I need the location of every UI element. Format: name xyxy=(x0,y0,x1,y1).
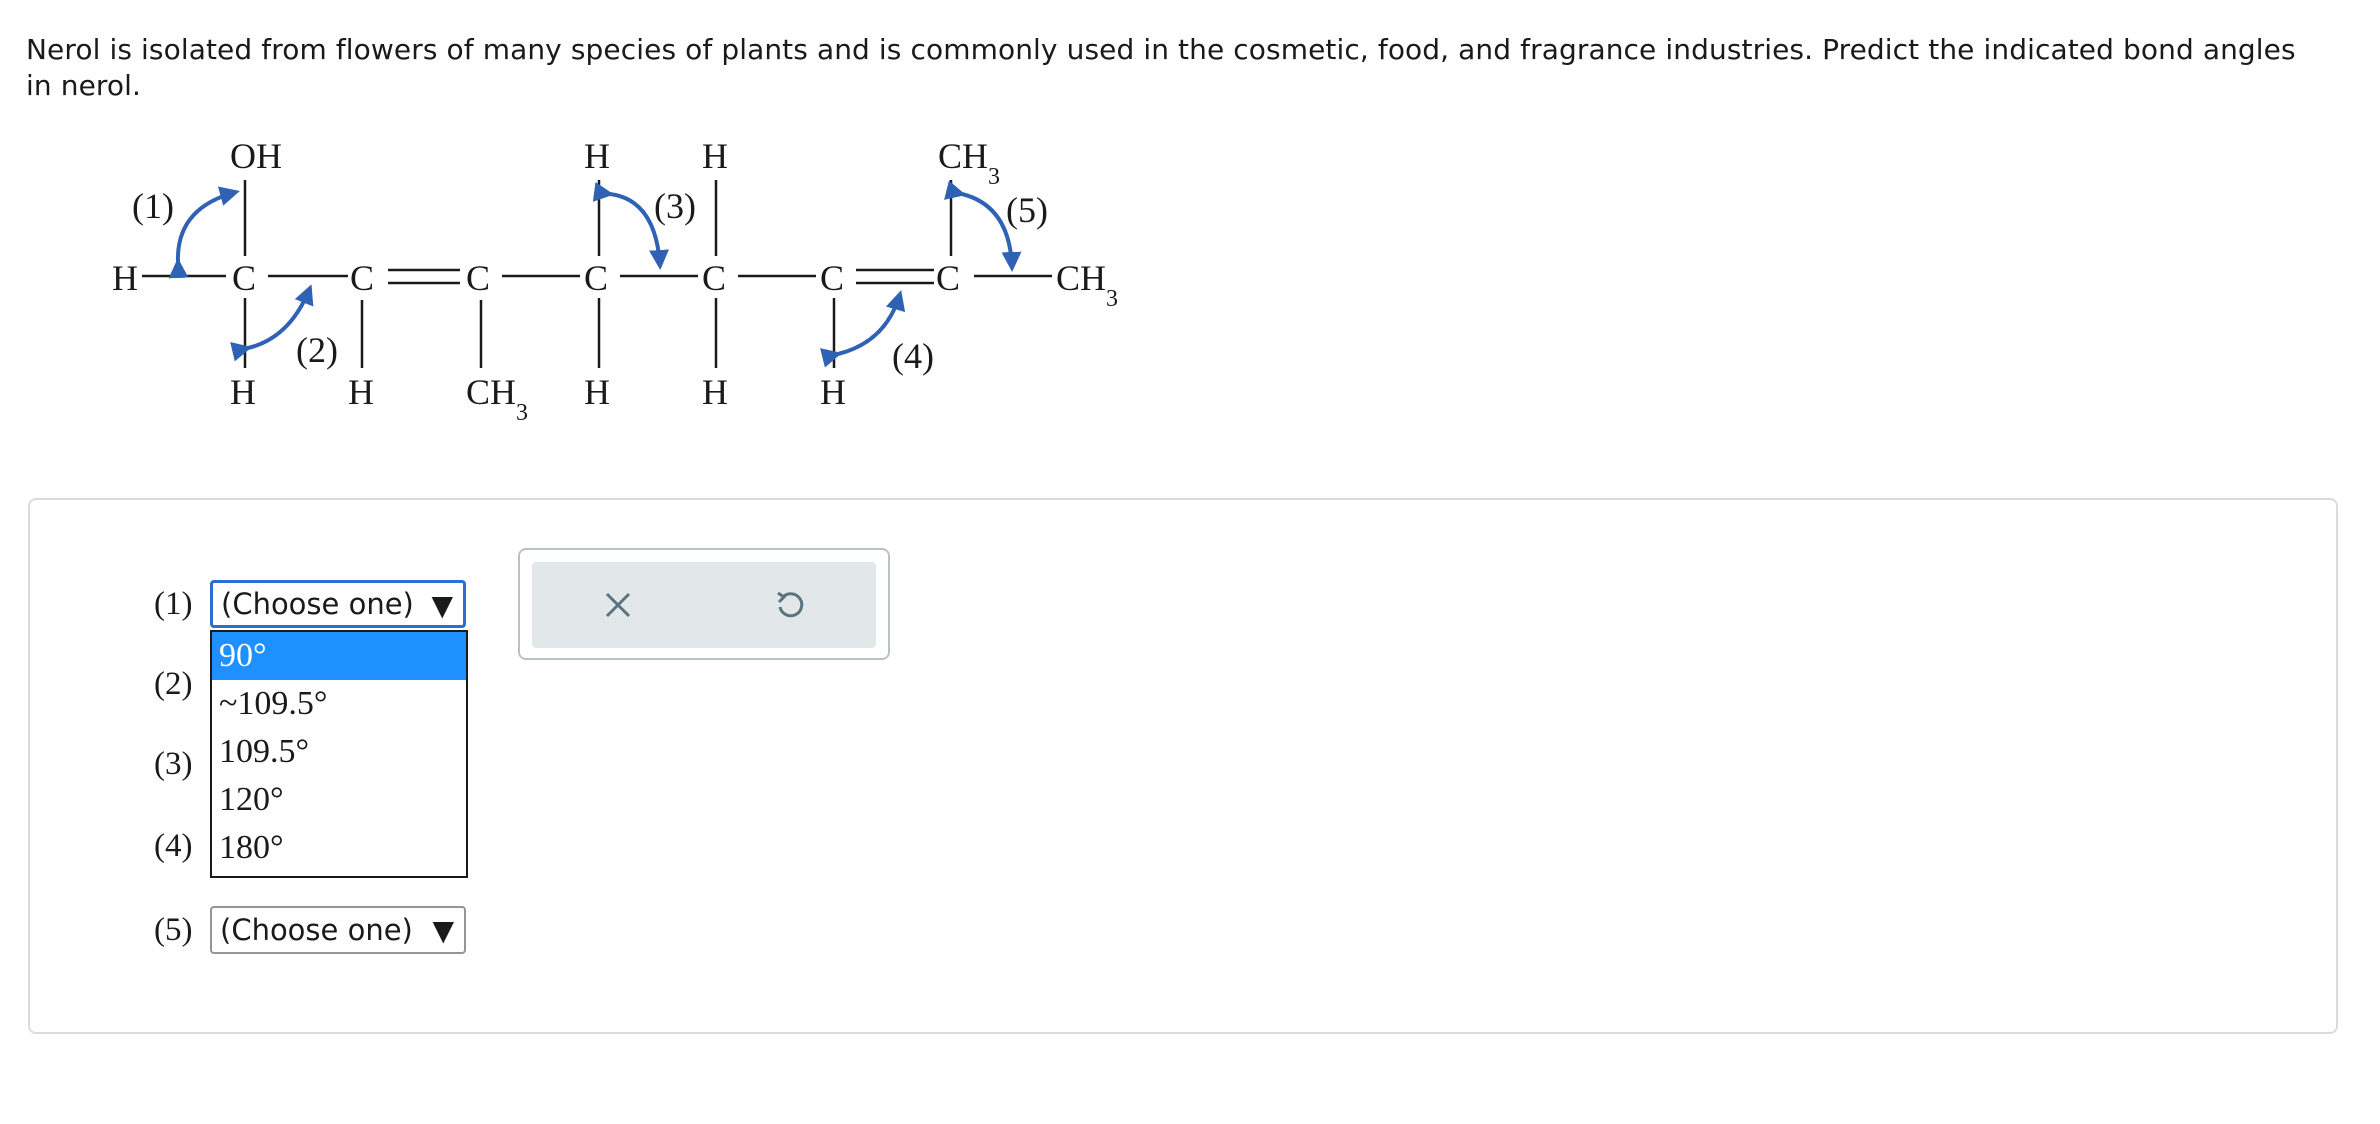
atom-h-c4-top: H xyxy=(584,136,610,176)
angle-arrow-4 xyxy=(820,290,906,368)
answer-tools-panel xyxy=(518,548,890,660)
atom-h-c2: H xyxy=(348,372,374,412)
atom-ch3-c3: CH3 xyxy=(466,372,528,426)
angle-1-select-value: (Choose one) xyxy=(221,587,414,621)
atom-c2: C xyxy=(350,258,374,298)
angle-5-select-value: (Choose one) xyxy=(220,913,413,947)
angle-label-1: (1) xyxy=(132,186,174,226)
angle-label-4: (4) xyxy=(892,336,934,376)
atom-h-c1: H xyxy=(230,372,256,412)
angle-5-select[interactable]: (Choose one) ▼ xyxy=(210,906,466,954)
close-icon xyxy=(605,592,631,618)
atom-oh: OH xyxy=(230,136,282,176)
answer-tools-toolbar xyxy=(532,562,876,648)
answer-row-2: (2) xyxy=(154,660,208,708)
chevron-down-icon: ▼ xyxy=(432,914,454,947)
answer-row-1: (1) xyxy=(154,580,208,628)
atom-h-c6: H xyxy=(820,372,846,412)
answer-row-3: (3) xyxy=(154,740,208,788)
row-label-3: (3) xyxy=(154,745,193,782)
clear-button[interactable] xyxy=(532,562,704,648)
atom-c5: C xyxy=(702,258,726,298)
option-90[interactable]: 90° xyxy=(212,632,466,680)
atom-h-c5-bottom: H xyxy=(702,372,728,412)
reset-button[interactable] xyxy=(704,562,876,648)
angle-label-5: (5) xyxy=(1006,190,1048,230)
row-label-4: (4) xyxy=(154,827,193,864)
angle-arrow-5 xyxy=(944,180,1022,272)
undo-icon xyxy=(777,591,804,618)
answer-row-4: (4) xyxy=(154,822,208,870)
angle-label-2: (2) xyxy=(296,330,338,370)
angle-arrow-3 xyxy=(592,182,670,270)
option-120[interactable]: 120° xyxy=(212,776,466,824)
option-approx-109-5[interactable]: ~109.5° xyxy=(212,680,466,728)
answer-row-5: (5) xyxy=(154,906,208,954)
atom-h-c5-top: H xyxy=(702,136,728,176)
angle-label-3: (3) xyxy=(654,186,696,226)
angle-1-select[interactable]: (Choose one) ▼ xyxy=(210,580,466,628)
atom-ch3-right: CH3 xyxy=(1056,258,1118,312)
angle-arrow-1 xyxy=(168,186,240,279)
option-180[interactable]: 180° xyxy=(212,824,466,872)
atom-c1: C xyxy=(232,258,256,298)
atom-c6: C xyxy=(820,258,844,298)
row-label-5: (5) xyxy=(154,911,193,948)
row-label-1: (1) xyxy=(154,585,193,622)
nerol-structure: H OH C H C H C CH3 C H H C H H C H C CH3… xyxy=(112,136,1118,426)
atom-ch3-top: CH3 xyxy=(938,136,1000,190)
atom-h-c4-bottom: H xyxy=(584,372,610,412)
atom-c3: C xyxy=(466,258,490,298)
row-label-2: (2) xyxy=(154,665,193,702)
option-109-5[interactable]: 109.5° xyxy=(212,728,466,776)
atom-h-left: H xyxy=(112,258,138,298)
atom-c4: C xyxy=(584,258,608,298)
chevron-down-icon: ▼ xyxy=(431,589,453,622)
atom-c7: C xyxy=(936,258,960,298)
angle-1-options-list: 90° ~109.5° 109.5° 120° 180° xyxy=(210,630,468,878)
